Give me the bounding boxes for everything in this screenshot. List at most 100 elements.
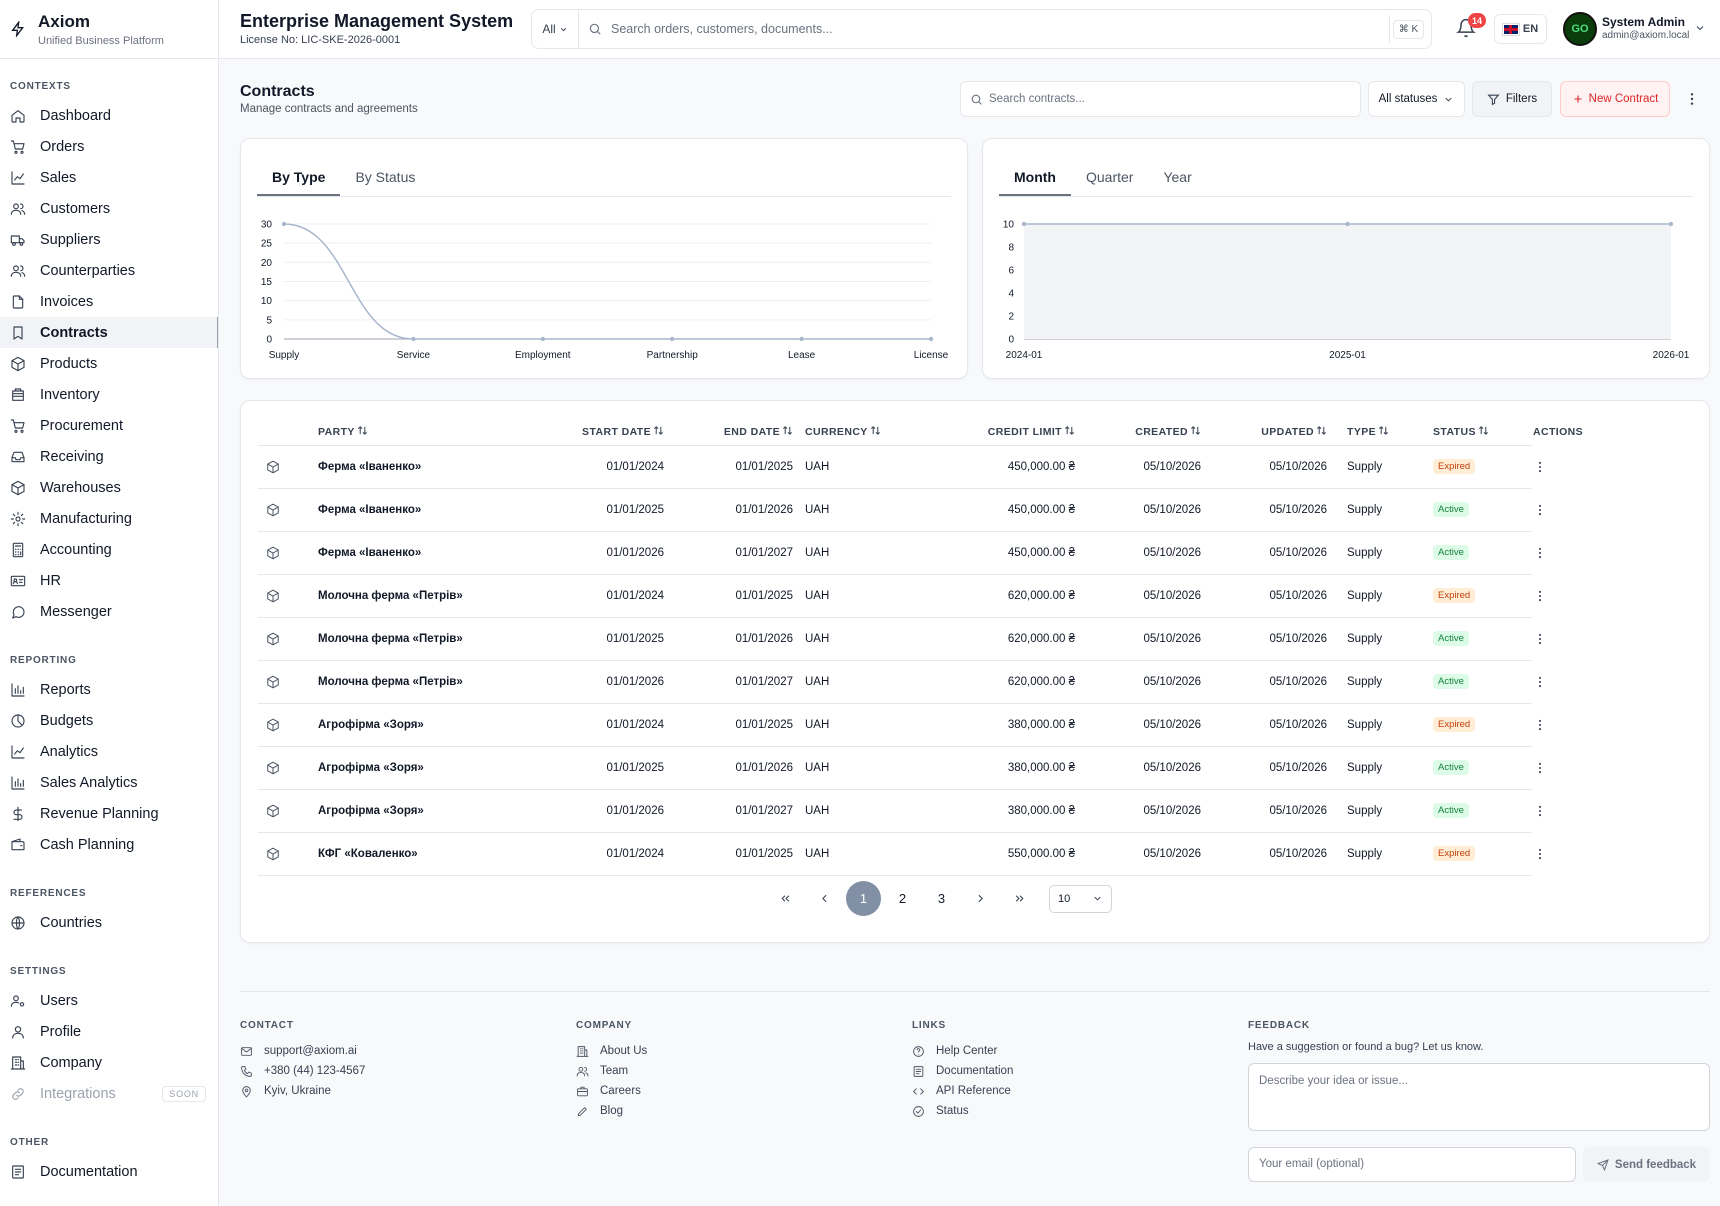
feedback-textarea[interactable]: Describe your idea or issue... <box>1248 1063 1710 1131</box>
table-row[interactable]: Ферма «Іваненко» 01/01/2024 01/01/2025 U… <box>258 445 1542 489</box>
col-credit-limit[interactable]: CREDIT LIMIT <box>891 419 1081 446</box>
party-cell[interactable]: Ферма «Іваненко» <box>312 445 546 489</box>
sidebar-item-counterparties[interactable]: Counterparties <box>0 255 218 286</box>
tab-by-type[interactable]: By Type <box>257 169 341 196</box>
party-cell[interactable]: Молочна ферма «Петрів» <box>312 574 546 618</box>
table-row[interactable]: Агрофірма «Зоря» 01/01/2025 01/01/2026 U… <box>258 746 1542 790</box>
footer-link-380-44-123-4567[interactable]: +380 (44) 123-4567 <box>240 1061 365 1081</box>
more-vertical-icon[interactable] <box>1533 632 1547 646</box>
sidebar-item-documentation[interactable]: Documentation <box>0 1156 218 1187</box>
sidebar-item-receiving[interactable]: Receiving <box>0 441 218 472</box>
filters-button[interactable]: Filters <box>1472 81 1552 117</box>
contract-search[interactable]: Search contracts... <box>960 81 1361 117</box>
sidebar-item-company[interactable]: Company <box>0 1047 218 1078</box>
search-scope-select[interactable]: All <box>532 10 579 48</box>
sidebar-item-contracts[interactable]: Contracts <box>0 317 218 348</box>
party-cell[interactable]: Агрофірма «Зоря» <box>312 703 546 747</box>
footer-link-blog[interactable]: Blog <box>576 1101 647 1121</box>
party-cell[interactable]: Агрофірма «Зоря» <box>312 746 546 790</box>
sidebar-item-customers[interactable]: Customers <box>0 193 218 224</box>
table-row[interactable]: Ферма «Іваненко» 01/01/2026 01/01/2027 U… <box>258 531 1542 575</box>
page-button[interactable]: 2 <box>885 881 920 916</box>
sidebar-item-cash-planning[interactable]: Cash Planning <box>0 829 218 860</box>
tab-quarter[interactable]: Quarter <box>1071 169 1148 196</box>
sidebar-item-analytics[interactable]: Analytics <box>0 736 218 767</box>
col-updated[interactable]: UPDATED <box>1207 419 1333 446</box>
table-row[interactable]: Молочна ферма «Петрів» 01/01/2026 01/01/… <box>258 660 1542 704</box>
col-type[interactable]: TYPE <box>1333 419 1427 446</box>
sidebar-item-invoices[interactable]: Invoices <box>0 286 218 317</box>
contract-search-input[interactable]: Search contracts... <box>989 93 1085 105</box>
page-button[interactable]: 3 <box>924 881 959 916</box>
brand[interactable]: Axiom Unified Business Platform <box>0 0 218 59</box>
page-button[interactable]: 1 <box>846 881 881 916</box>
chevron-down-icon[interactable] <box>1694 22 1706 34</box>
party-cell[interactable]: Агрофірма «Зоря» <box>312 789 546 833</box>
more-vertical-icon[interactable] <box>1533 718 1547 732</box>
sidebar-item-accounting[interactable]: Accounting <box>0 534 218 565</box>
party-cell[interactable]: Молочна ферма «Петрів» <box>312 660 546 704</box>
footer-link-documentation[interactable]: Documentation <box>912 1061 1013 1081</box>
party-cell[interactable]: Ферма «Іваненко» <box>312 531 546 575</box>
table-row[interactable]: Агрофірма «Зоря» 01/01/2026 01/01/2027 U… <box>258 789 1542 833</box>
table-row[interactable]: Агрофірма «Зоря» 01/01/2024 01/01/2025 U… <box>258 703 1542 747</box>
language-switcher[interactable]: EN <box>1494 14 1547 44</box>
party-cell[interactable]: Молочна ферма «Петрів» <box>312 617 546 661</box>
send-feedback-button[interactable]: Send feedback <box>1583 1147 1710 1182</box>
page-size-select[interactable]: 10 <box>1049 884 1112 913</box>
footer-link-careers[interactable]: Careers <box>576 1081 647 1101</box>
footer-link-about-us[interactable]: About Us <box>576 1041 647 1061</box>
more-vertical-icon[interactable] <box>1533 546 1547 560</box>
more-vertical-icon[interactable] <box>1533 804 1547 818</box>
table-row[interactable]: Ферма «Іваненко» 01/01/2025 01/01/2026 U… <box>258 488 1542 532</box>
sidebar-item-integrations[interactable]: Integrations SOON <box>0 1078 218 1109</box>
col-start-date[interactable]: START DATE <box>546 419 670 446</box>
tab-year[interactable]: Year <box>1148 169 1206 196</box>
col-status[interactable]: STATUS <box>1427 419 1527 446</box>
more-vertical-icon[interactable] <box>1533 761 1547 775</box>
sidebar-item-sales-analytics[interactable]: Sales Analytics <box>0 767 218 798</box>
party-cell[interactable]: КФГ «Коваленко» <box>312 832 546 876</box>
col-created[interactable]: CREATED <box>1081 419 1207 446</box>
next-page-button[interactable] <box>963 881 998 916</box>
col-party[interactable]: PARTY <box>312 419 546 446</box>
sidebar-item-manufacturing[interactable]: Manufacturing <box>0 503 218 534</box>
sidebar-item-profile[interactable]: Profile <box>0 1016 218 1047</box>
more-vertical-icon[interactable] <box>1533 460 1547 474</box>
more-vertical-icon[interactable] <box>1533 589 1547 603</box>
footer-link-kyiv-ukraine[interactable]: Kyiv, Ukraine <box>240 1081 365 1101</box>
footer-link-status[interactable]: Status <box>912 1101 1013 1121</box>
col-end-date[interactable]: END DATE <box>670 419 799 446</box>
party-cell[interactable]: Ферма «Іваненко» <box>312 488 546 532</box>
more-vertical-icon[interactable] <box>1684 89 1700 109</box>
tab-month[interactable]: Month <box>999 169 1071 196</box>
status-filter-select[interactable]: All statuses <box>1368 81 1465 117</box>
more-vertical-icon[interactable] <box>1533 503 1547 517</box>
sidebar-item-procurement[interactable]: Procurement <box>0 410 218 441</box>
more-vertical-icon[interactable] <box>1533 847 1547 861</box>
first-page-button[interactable] <box>768 881 803 916</box>
sidebar-item-reports[interactable]: Reports <box>0 674 218 705</box>
avatar[interactable]: GO <box>1563 12 1597 46</box>
sidebar-item-products[interactable]: Products <box>0 348 218 379</box>
sidebar-item-inventory[interactable]: Inventory <box>0 379 218 410</box>
last-page-button[interactable] <box>1002 881 1037 916</box>
footer-link-api-reference[interactable]: API Reference <box>912 1081 1013 1101</box>
sidebar-item-sales[interactable]: Sales <box>0 162 218 193</box>
sidebar-item-countries[interactable]: Countries <box>0 907 218 938</box>
global-search-input[interactable]: Search orders, customers, documents... <box>611 22 1389 36</box>
table-row[interactable]: Молочна ферма «Петрів» 01/01/2025 01/01/… <box>258 617 1542 661</box>
col-currency[interactable]: CURRENCY <box>799 419 891 446</box>
sidebar-item-messenger[interactable]: Messenger <box>0 596 218 627</box>
sidebar-item-orders[interactable]: Orders <box>0 131 218 162</box>
table-row[interactable]: КФГ «Коваленко» 01/01/2024 01/01/2025 UA… <box>258 832 1542 876</box>
sidebar-item-budgets[interactable]: Budgets <box>0 705 218 736</box>
sidebar-item-dashboard[interactable]: Dashboard <box>0 100 218 131</box>
sidebar-item-warehouses[interactable]: Warehouses <box>0 472 218 503</box>
more-vertical-icon[interactable] <box>1533 675 1547 689</box>
footer-link-help-center[interactable]: Help Center <box>912 1041 1013 1061</box>
table-row[interactable]: Молочна ферма «Петрів» 01/01/2024 01/01/… <box>258 574 1542 618</box>
sidebar-item-suppliers[interactable]: Suppliers <box>0 224 218 255</box>
sidebar-item-users[interactable]: Users <box>0 985 218 1016</box>
sidebar-item-revenue-planning[interactable]: Revenue Planning <box>0 798 218 829</box>
